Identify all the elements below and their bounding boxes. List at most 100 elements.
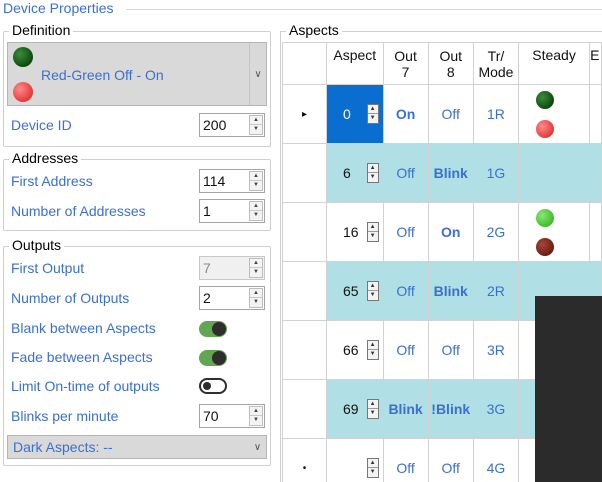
device-id-label: Device ID [11, 117, 72, 133]
out8-cell[interactable]: Blink [427, 143, 474, 203]
row-marker[interactable]: • [282, 438, 327, 482]
out8-cell[interactable]: Off [427, 320, 474, 380]
out7-cell[interactable]: Off [382, 143, 429, 203]
aspect-value: 69 [342, 401, 359, 417]
row-marker[interactable] [282, 261, 327, 321]
aspect-spinner[interactable]: ▲ ▼ [366, 222, 379, 242]
aspect-cell[interactable]: 16 ▲ ▼ [325, 202, 384, 262]
dark-red-lamp-icon [535, 238, 554, 256]
out7-cell[interactable]: Off [382, 261, 429, 321]
aspect-value: 6 [342, 165, 351, 181]
aspect-spinner[interactable]: ▲ ▼ [366, 281, 379, 301]
overlapping-window [535, 296, 602, 482]
limit-on-time-label: Limit On-time of outputs [11, 378, 160, 394]
number-of-outputs-spinner[interactable]: ▲ ▼ [249, 288, 263, 308]
aspect-spinner[interactable]: ▲ ▼ [366, 458, 379, 478]
out7-cell[interactable]: Off [382, 438, 429, 482]
aspect-spinner[interactable]: ▲ ▼ [366, 163, 379, 183]
out7-cell[interactable]: Blink [382, 379, 429, 439]
number-of-addresses-spinner[interactable]: ▲ ▼ [249, 201, 263, 221]
number-of-addresses-input[interactable]: 1 ▲ ▼ [199, 199, 265, 223]
row-marker[interactable] [282, 202, 327, 262]
e-cell[interactable] [589, 143, 602, 203]
aspect-spinner[interactable]: ▲ ▼ [366, 340, 379, 360]
title-divider [126, 9, 602, 10]
e-cell[interactable] [589, 202, 602, 262]
blank-between-aspects-toggle[interactable] [199, 321, 227, 337]
fade-between-aspects-label: Fade between Aspects [11, 349, 153, 365]
dark-aspects-text: Dark Aspects: -- [13, 439, 113, 455]
chevron-down-icon[interactable]: ∨ [249, 43, 266, 105]
number-of-addresses-label: Number of Addresses [11, 203, 146, 219]
column-header-out8[interactable]: Out 8 [427, 42, 474, 85]
page-title: Device Properties [3, 0, 114, 16]
chevron-down-icon[interactable]: ∨ [249, 436, 266, 458]
mode-cell[interactable]: 2G [472, 202, 519, 262]
aspect-spinner[interactable]: ▲ ▼ [366, 104, 379, 124]
limit-on-time-toggle[interactable] [199, 378, 227, 394]
mode-cell[interactable]: 1G [472, 143, 519, 203]
red-lamp-icon [535, 120, 554, 138]
definition-combo[interactable]: Red-Green Off - On ∨ [7, 42, 267, 106]
out8-cell[interactable]: !Blink [427, 379, 474, 439]
device-id-input[interactable]: 200 ▲ ▼ [199, 113, 265, 137]
aspect-cell[interactable]: 0 ▲ ▼ [325, 84, 384, 144]
light-green-lamp-icon [535, 209, 554, 227]
out7-cell[interactable]: Off [382, 320, 429, 380]
out7-cell[interactable]: On [382, 84, 429, 144]
number-of-outputs-input[interactable]: 2 ▲ ▼ [199, 286, 265, 310]
first-output-input: 7 ▲ ▼ [199, 256, 265, 280]
mode-cell[interactable]: 4G [472, 438, 519, 482]
blinks-per-minute-input[interactable]: 70 ▲ ▼ [199, 404, 265, 428]
out8-cell[interactable]: Off [427, 438, 474, 482]
column-header-steady[interactable]: Steady [517, 42, 591, 85]
aspect-cell[interactable]: 65 ▲ ▼ [325, 261, 384, 321]
column-header-e[interactable]: E [589, 42, 602, 85]
row-marker[interactable]: ▸ [282, 84, 327, 144]
steady-cell[interactable] [517, 84, 591, 144]
out7-cell[interactable]: Off [382, 202, 429, 262]
row-marker[interactable] [282, 320, 327, 380]
row-marker[interactable] [282, 143, 327, 203]
first-address-label: First Address [11, 173, 93, 189]
aspect-value: 66 [342, 342, 359, 358]
table-row[interactable]: 6 ▲ ▼ Off Blink 1G [282, 143, 602, 203]
aspect-cell[interactable]: 66 ▲ ▼ [325, 320, 384, 380]
column-header-mode[interactable]: Tr/ Mode [472, 42, 519, 85]
aspect-cell[interactable]: 6 ▲ ▼ [325, 143, 384, 203]
out8-cell[interactable]: On [427, 202, 474, 262]
red-lamp-icon [13, 82, 33, 102]
device-id-value: 200 [203, 117, 227, 133]
aspect-cell[interactable]: ▲ ▼ [325, 438, 384, 482]
blinks-per-minute-value: 70 [203, 408, 219, 424]
device-id-spinner[interactable]: ▲ ▼ [249, 115, 263, 135]
definition-combo-text: Red-Green Off - On [41, 67, 164, 83]
table-row[interactable]: ▸ 0 ▲ ▼ On Off 1R [282, 84, 602, 144]
mode-cell[interactable]: 2R [472, 261, 519, 321]
dark-green-lamp-icon [535, 91, 554, 109]
mode-cell[interactable]: 3G [472, 379, 519, 439]
aspect-cell[interactable]: 69 ▲ ▼ [325, 379, 384, 439]
row-header-corner [282, 42, 327, 85]
column-header-out7[interactable]: Out 7 [382, 42, 429, 85]
mode-cell[interactable]: 3R [472, 320, 519, 380]
row-marker[interactable] [282, 379, 327, 439]
number-of-outputs-value: 2 [203, 290, 211, 306]
blinks-per-minute-spinner[interactable]: ▲ ▼ [249, 406, 263, 426]
first-output-label: First Output [11, 260, 85, 276]
number-of-outputs-label: Number of Outputs [11, 290, 130, 306]
column-header-aspect[interactable]: Aspect [325, 42, 384, 85]
dark-aspects-combo[interactable]: Dark Aspects: -- ∨ [7, 435, 267, 459]
fade-between-aspects-toggle[interactable] [199, 350, 227, 366]
aspect-value: 65 [342, 283, 359, 299]
mode-cell[interactable]: 1R [472, 84, 519, 144]
table-row[interactable]: 16 ▲ ▼ Off On 2G [282, 202, 602, 262]
steady-cell[interactable] [517, 143, 591, 203]
aspect-spinner[interactable]: ▲ ▼ [366, 399, 379, 419]
steady-cell[interactable] [517, 202, 591, 262]
e-cell[interactable] [589, 84, 602, 144]
out8-cell[interactable]: Blink [427, 261, 474, 321]
first-address-input[interactable]: 114 ▲ ▼ [199, 169, 265, 193]
out8-cell[interactable]: Off [427, 84, 474, 144]
first-address-spinner[interactable]: ▲ ▼ [249, 171, 263, 191]
